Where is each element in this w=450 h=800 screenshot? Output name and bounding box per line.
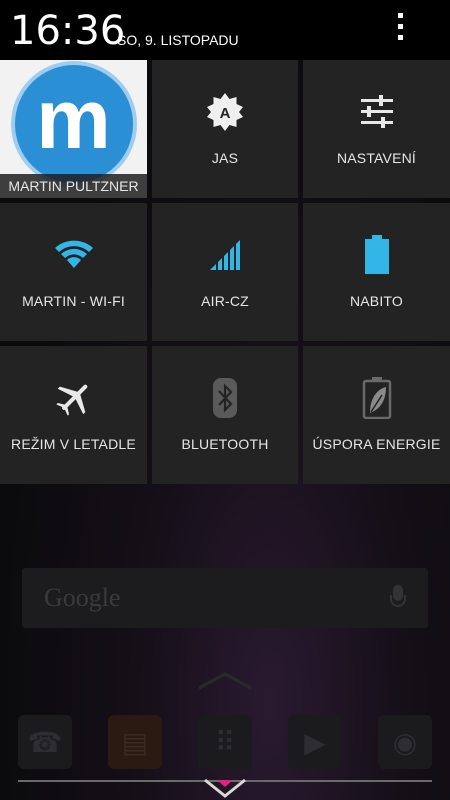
airplane-icon bbox=[44, 376, 104, 420]
signal-icon bbox=[195, 233, 255, 277]
user-tile[interactable]: m MARTIN PULTZNER bbox=[0, 60, 147, 198]
search-bar-text: Google bbox=[44, 583, 121, 612]
date-label: SO, 9. LISTOPADU bbox=[117, 32, 239, 48]
wifi-label: MARTIN - WI-FI bbox=[22, 293, 125, 309]
airplane-mode-tile[interactable]: REŽIM V LETADLE bbox=[0, 346, 147, 484]
google-search-bar: Google bbox=[22, 568, 428, 628]
bluetooth-label: BLUETOOTH bbox=[181, 436, 269, 452]
airplane-mode-label: REŽIM V LETADLE bbox=[11, 436, 136, 452]
brightness-tile[interactable]: A JAS bbox=[152, 60, 298, 198]
microphone-icon bbox=[390, 585, 406, 611]
wifi-tile[interactable]: MARTIN - WI-FI bbox=[0, 203, 147, 341]
bluetooth-tile[interactable]: BLUETOOTH bbox=[152, 346, 298, 484]
battery-icon bbox=[347, 233, 407, 277]
battery-tile[interactable]: NABITO bbox=[303, 203, 450, 341]
settings-tile[interactable]: NASTAVENÍ bbox=[303, 60, 450, 198]
panel-drag-handle[interactable] bbox=[203, 778, 247, 800]
sliders-icon bbox=[347, 90, 407, 134]
phone-icon: ☎ bbox=[18, 715, 72, 769]
wifi-icon bbox=[44, 233, 104, 277]
svg-text:A: A bbox=[220, 105, 231, 122]
app-drawer-icon: ⠿ bbox=[198, 715, 252, 769]
clock: 16:36 bbox=[10, 8, 126, 54]
brightness-label: JAS bbox=[211, 150, 239, 166]
user-name: MARTIN PULTZNER bbox=[0, 174, 147, 198]
quick-settings-panel: m MARTIN PULTZNER A JAS NASTAVENÍ MARTIN… bbox=[0, 60, 450, 484]
battery-label: NABITO bbox=[349, 293, 404, 309]
auto-brightness-icon: A bbox=[195, 90, 255, 134]
camera-icon: ◉ bbox=[378, 715, 432, 769]
leaf-battery-icon bbox=[347, 376, 407, 420]
user-avatar-logo: m bbox=[10, 61, 137, 187]
mobile-data-label: AIR-CZ bbox=[201, 293, 249, 309]
status-bar: 16:36 SO, 9. LISTOPADU bbox=[0, 0, 450, 60]
power-saver-tile[interactable]: ÚSPORA ENERGIE bbox=[303, 346, 450, 484]
settings-label: NASTAVENÍ bbox=[336, 150, 417, 166]
play-store-icon: ▶ bbox=[288, 715, 342, 769]
dock: ☎ ▤ ⠿ ▶ ◉ bbox=[0, 710, 450, 774]
bluetooth-icon bbox=[195, 376, 255, 420]
mobile-data-tile[interactable]: AIR-CZ bbox=[152, 203, 298, 341]
notifications-list-button[interactable] bbox=[396, 12, 440, 48]
messages-icon: ▤ bbox=[108, 715, 162, 769]
chevron-up-icon bbox=[198, 672, 252, 690]
power-saver-label: ÚSPORA ENERGIE bbox=[312, 436, 441, 452]
